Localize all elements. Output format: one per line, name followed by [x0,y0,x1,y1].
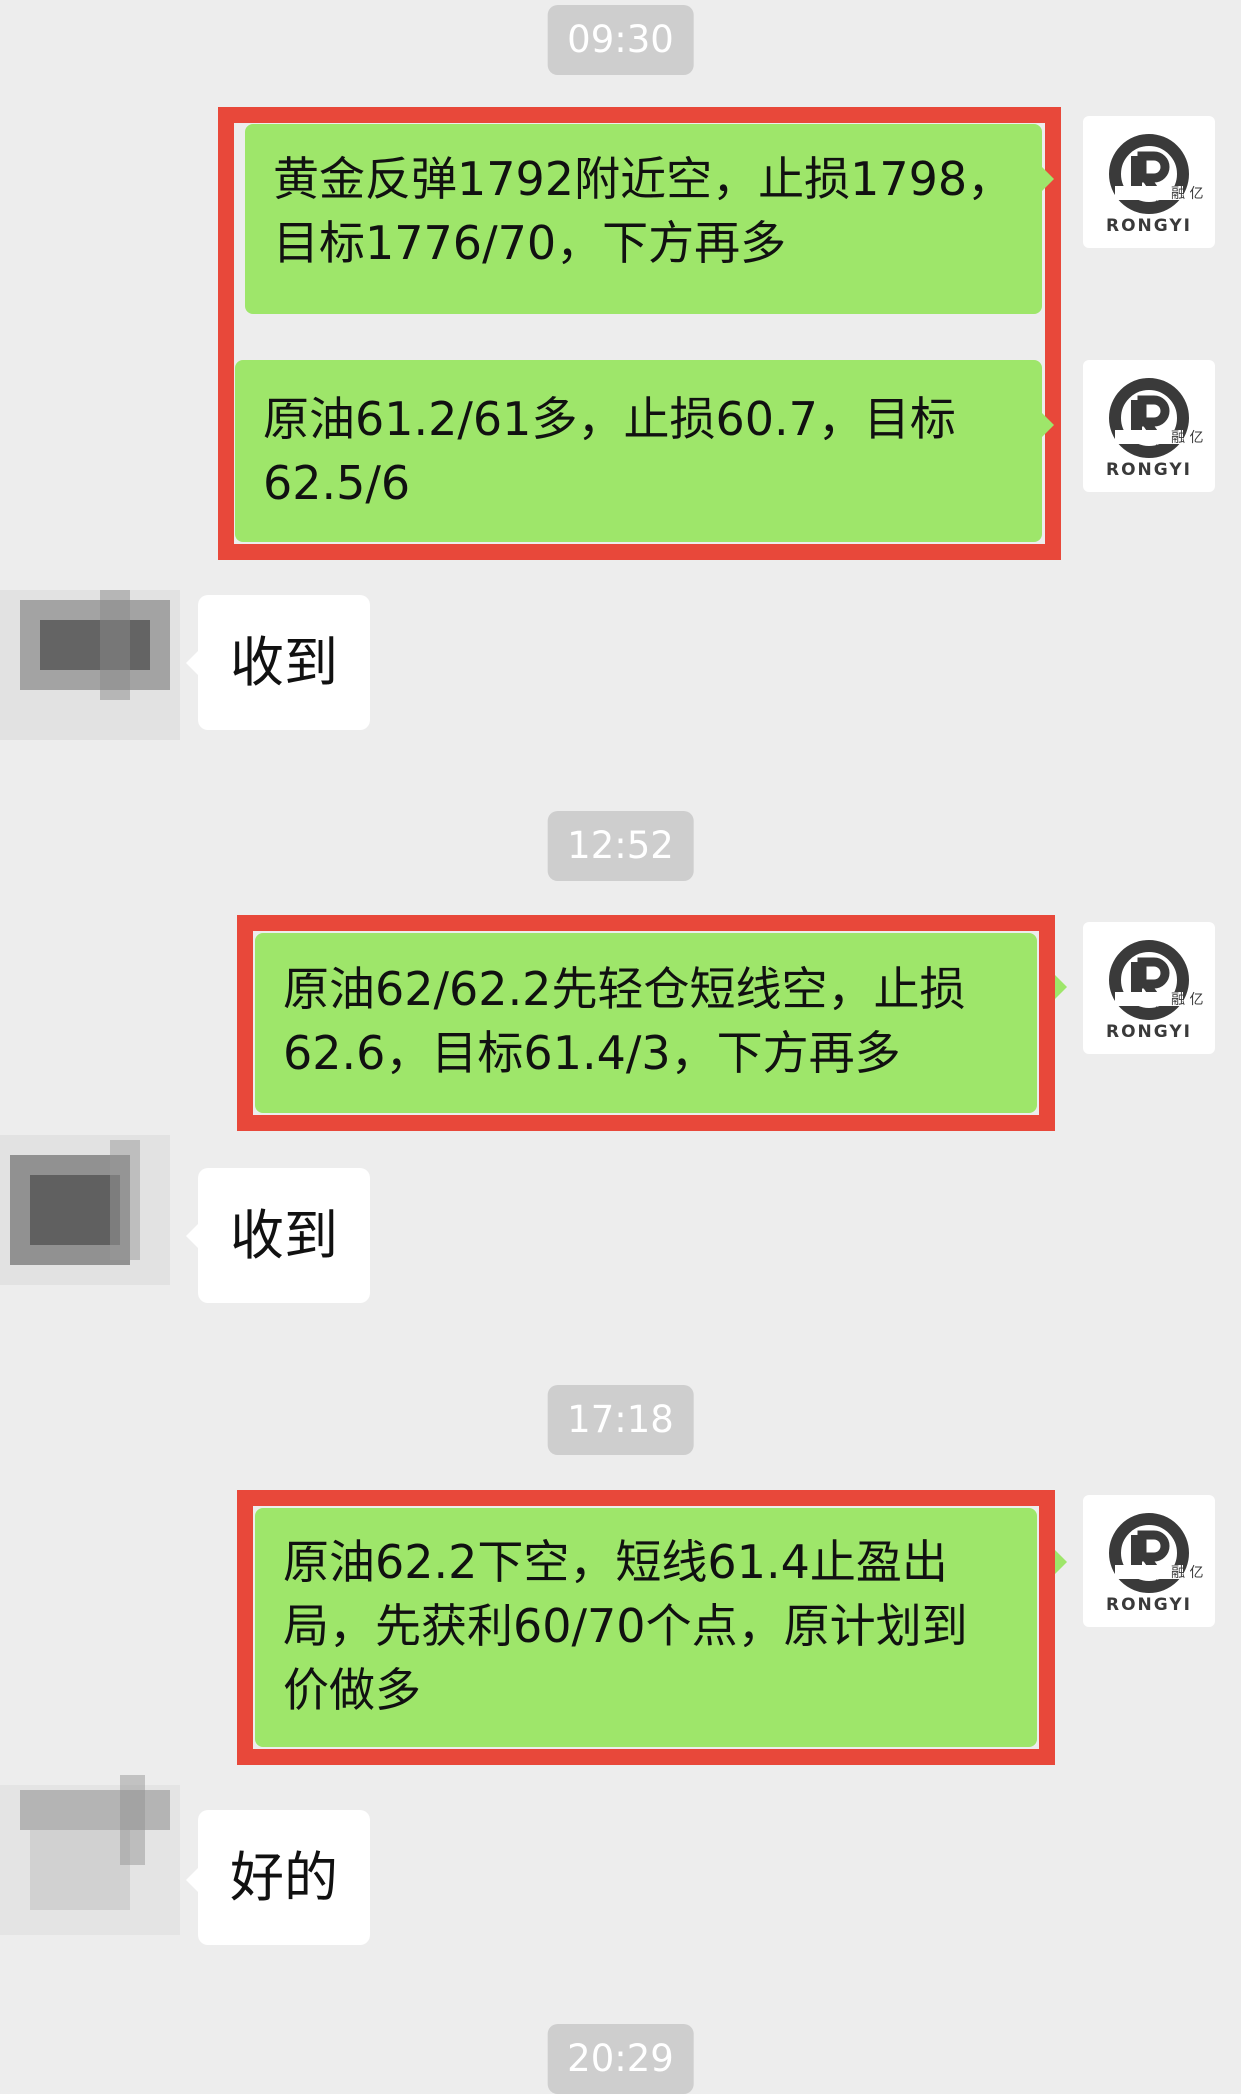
timestamp: 17:18 [547,1385,694,1455]
svg-text:RONGYI: RONGYI [1106,216,1192,236]
svg-text:RONGYI: RONGYI [1106,460,1192,480]
svg-text:RONGYI: RONGYI [1106,1022,1192,1042]
received-message[interactable]: 收到 [198,1168,370,1303]
svg-text:融 亿: 融 亿 [1171,186,1203,202]
sent-message[interactable]: 原油61.2/61多，止损60.7，目标62.5/6 [235,360,1042,542]
bubble-tail [1055,975,1067,999]
svg-text:RONGYI: RONGYI [1106,1595,1192,1615]
timestamp: 09:30 [547,5,694,75]
sent-message[interactable]: 原油62.2下空，短线61.4止盈出局，先获利60/70个点，原计划到价做多 [255,1508,1037,1747]
received-message[interactable]: 好的 [198,1810,370,1945]
bubble-tail [1055,1550,1067,1574]
rongyi-logo-icon: 融 亿 RONGYI [1106,134,1203,236]
rongyi-logo-icon: 融 亿 RONGYI [1106,1513,1203,1615]
message-text: 收到 [230,631,338,694]
contact-avatar[interactable] [0,1765,200,1945]
svg-text:融 亿: 融 亿 [1171,992,1203,1008]
sent-message[interactable]: 原油62/62.2先轻仓短线空，止损62.6，目标61.4/3，下方再多 [255,933,1037,1113]
sent-message[interactable]: 黄金反弹1792附近空，止损1798，目标1776/70，下方再多 [245,124,1042,314]
rongyi-avatar[interactable]: 融 亿 RONGYI [1083,360,1215,492]
bubble-tail [1042,413,1054,437]
rongyi-avatar[interactable]: 融 亿 RONGYI [1083,116,1215,248]
rongyi-logo-icon: 融 亿 RONGYI [1106,940,1203,1042]
message-text: 好的 [230,1846,338,1909]
received-message[interactable]: 收到 [198,595,370,730]
rongyi-avatar[interactable]: 融 亿 RONGYI [1083,1495,1215,1627]
svg-text:融 亿: 融 亿 [1171,430,1203,446]
svg-text:融 亿: 融 亿 [1171,1565,1203,1581]
rongyi-avatar[interactable]: 融 亿 RONGYI [1083,922,1215,1054]
timestamp: 20:29 [547,2024,694,2094]
bubble-tail [1042,167,1054,191]
message-text: 收到 [230,1204,338,1267]
message-text: 原油61.2/61多，止损60.7，目标62.5/6 [263,392,956,510]
contact-avatar[interactable] [0,1125,200,1305]
message-text: 原油62/62.2先轻仓短线空，止损62.6，目标61.4/3，下方再多 [283,962,966,1080]
rongyi-logo-icon: 融 亿 RONGYI [1106,378,1203,480]
message-text: 黄金反弹1792附近空，止损1798，目标1776/70，下方再多 [273,152,1014,270]
contact-avatar[interactable] [0,570,200,750]
timestamp: 12:52 [547,811,694,881]
message-text: 原油62.2下空，短线61.4止盈出局，先获利60/70个点，原计划到价做多 [283,1535,968,1717]
